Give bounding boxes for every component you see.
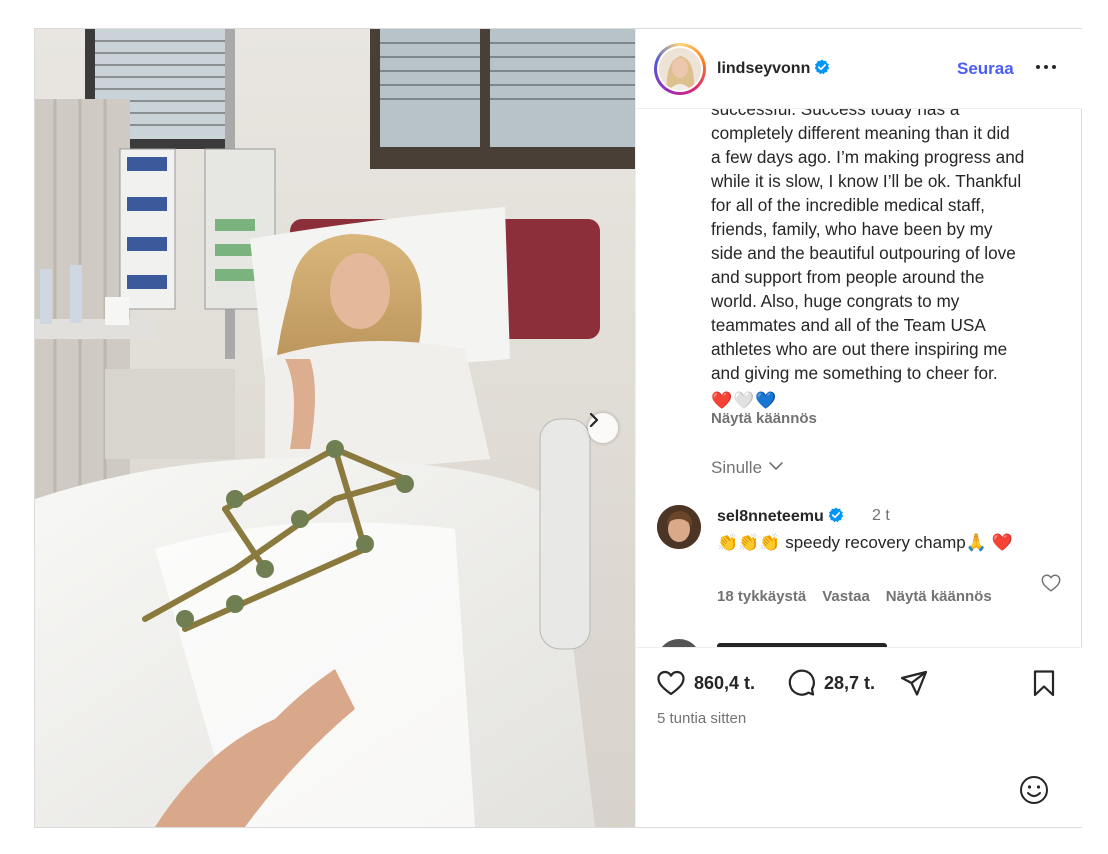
chevron-down-icon	[769, 462, 783, 470]
heart-icon	[657, 670, 685, 696]
hospital-photo-illustration	[35, 29, 635, 827]
post-card: lindseyvonn Seuraa successful. Success t…	[34, 28, 1082, 828]
caption-line: world. Also, huge congrats to my	[711, 291, 960, 311]
likes-count[interactable]: 860,4 t.	[694, 673, 755, 694]
caption-line: athletes who are out there inspiring me	[711, 339, 1008, 359]
comment-avatar[interactable]	[657, 505, 701, 549]
story-ring[interactable]	[654, 43, 706, 95]
caption-line: and giving me something to cheer for.	[711, 363, 998, 383]
comments-count[interactable]: 28,7 t.	[824, 673, 875, 694]
caption-line: side and the beautiful outpouring of lov…	[711, 243, 1016, 263]
username-text[interactable]: lindseyvonn	[717, 60, 810, 77]
caption-hearts: ❤️🤍💙	[711, 391, 778, 410]
post-side-panel: lindseyvonn Seuraa successful. Success t…	[635, 29, 1082, 827]
heart-icon[interactable]	[1040, 572, 1062, 594]
post-actions: 860,4 t. 28,7 t. 5 tuntia sitten	[636, 647, 1082, 827]
post-timestamp[interactable]: 5 tuntia sitten	[657, 710, 746, 727]
more-icon[interactable]	[1034, 55, 1058, 79]
comment-username[interactable]: sel8nneteemu	[717, 508, 824, 525]
caption-line: and support from people around the	[711, 267, 985, 287]
comment-button[interactable]: 28,7 t.	[786, 668, 875, 698]
post-photo[interactable]	[35, 29, 635, 827]
comments-filter-dropdown[interactable]: Sinulle	[711, 458, 784, 478]
verified-icon	[828, 507, 843, 523]
comment-meta: 18 tykkäystä Vastaa Näytä käännös	[717, 588, 992, 605]
caption-line: successful. Success today has a	[711, 109, 960, 119]
avatar[interactable]	[659, 48, 701, 90]
share-button[interactable]	[899, 668, 929, 698]
share-icon	[900, 670, 928, 696]
comment-likes-count[interactable]: 18 tykkäystä	[717, 588, 806, 605]
caption-line: friends, family, who have been by my	[711, 219, 993, 239]
caption-line: while it is slow, I know I’ll be ok. Tha…	[711, 171, 1022, 191]
save-button[interactable]	[1029, 668, 1059, 698]
comment-reply-button[interactable]: Vastaa	[822, 588, 870, 605]
follow-button[interactable]: Seuraa	[957, 59, 1014, 79]
next-photo-button[interactable]	[588, 413, 618, 443]
comment-text: 👏👏👏 speedy recovery champ🙏 ❤️	[717, 533, 1013, 552]
caption-line: completely different meaning than it did	[711, 123, 1010, 143]
post-caption: successful. Success today has a complete…	[711, 109, 1071, 385]
comments-scroll-area[interactable]: successful. Success today has a complete…	[636, 109, 1082, 647]
caption-translate-link[interactable]: Näytä käännös	[711, 410, 817, 427]
bookmark-icon	[1033, 670, 1055, 697]
caption-line: for all of the incredible medical staff,	[711, 195, 985, 215]
comment-timestamp[interactable]: 2 t	[872, 507, 890, 525]
comment-author[interactable]: sel8nneteemu	[717, 507, 844, 526]
comments-filter-label: Sinulle	[711, 458, 763, 477]
emoji-icon[interactable]	[1018, 774, 1050, 806]
comment-translate-link[interactable]: Näytä käännös	[886, 588, 992, 605]
verified-icon	[815, 59, 830, 75]
comment-avatar[interactable]	[657, 639, 701, 647]
chevron-right-icon	[589, 413, 599, 427]
post-author[interactable]: lindseyvonn	[717, 59, 830, 78]
post-header: lindseyvonn Seuraa	[636, 29, 1082, 109]
caption-line: a few days ago. I’m making progress and	[711, 147, 1025, 167]
caption-line: teammates and all of the Team USA	[711, 315, 986, 335]
like-button[interactable]: 860,4 t.	[656, 668, 755, 698]
comment-icon	[788, 669, 815, 696]
